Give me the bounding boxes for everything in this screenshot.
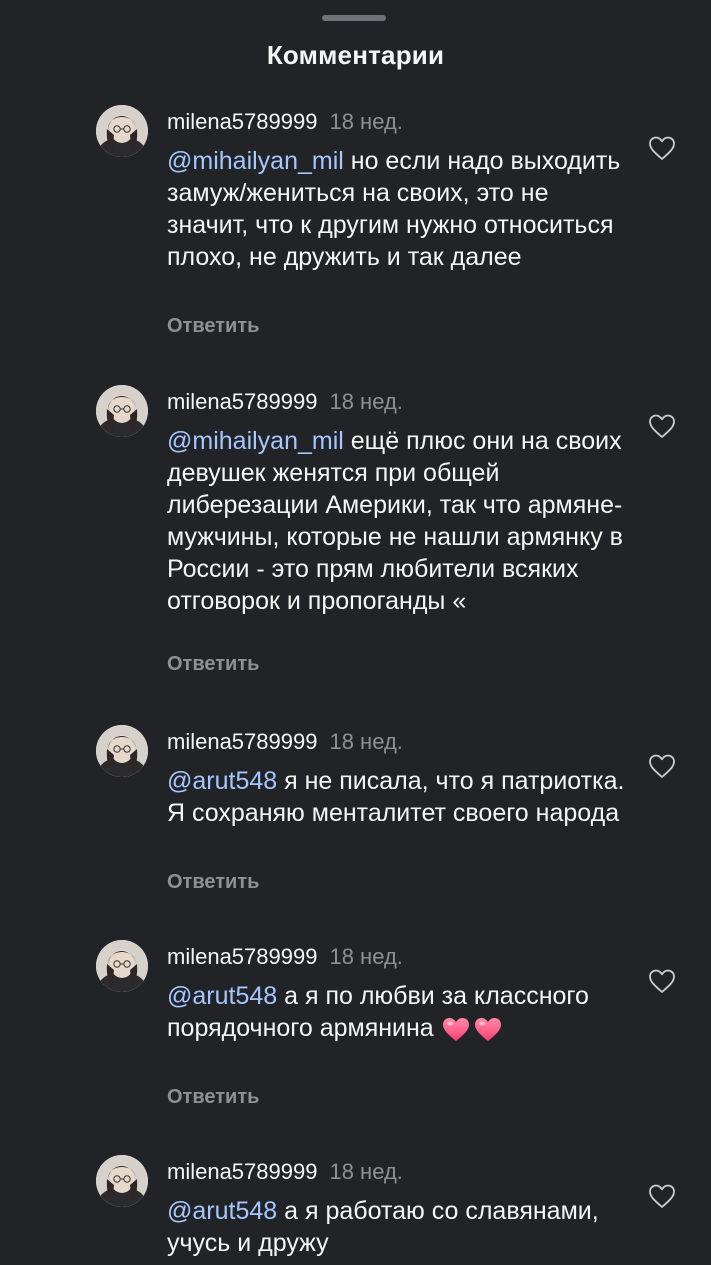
comment-body: ещё плюс они на своих девушек женятся пр… (167, 427, 623, 615)
comment-meta: milena5789999 18 нед. (167, 1159, 403, 1185)
reply-button[interactable]: Ответить (167, 315, 259, 338)
comment-text: @arut548 я не писала, что я патриотка. Я… (167, 765, 627, 829)
drag-handle[interactable] (322, 15, 386, 21)
timestamp: 18 нед. (329, 389, 403, 414)
comment-text: @mihailyan_mil ещё плюс они на своих дев… (167, 425, 627, 617)
username[interactable]: milena5789999 (167, 944, 317, 969)
emoji-row (441, 1015, 503, 1043)
pink-heart-icon (474, 1018, 501, 1042)
avatar-icon (96, 725, 148, 777)
username[interactable]: milena5789999 (167, 729, 317, 754)
username[interactable]: milena5789999 (167, 109, 317, 134)
avatar[interactable] (96, 1155, 148, 1207)
timestamp: 18 нед. (329, 109, 403, 134)
heart-outline-icon (649, 136, 675, 160)
comment-meta: milena5789999 18 нед. (167, 944, 403, 970)
avatar[interactable] (96, 385, 148, 437)
mention-link[interactable]: @mihailyan_mil (167, 427, 344, 455)
avatar[interactable] (96, 725, 148, 777)
reply-button[interactable]: Ответить (167, 871, 259, 894)
comments-sheet: Комментарии milena5789999 18 нед. @mihail… (0, 0, 711, 1265)
mention-link[interactable]: @arut548 (167, 767, 277, 795)
avatar-icon (96, 105, 148, 157)
avatar-icon (96, 940, 148, 992)
comment-text: @mihailyan_mil но если надо выходить зам… (167, 145, 627, 273)
mention-link[interactable]: @arut548 (167, 1197, 277, 1225)
avatar[interactable] (96, 105, 148, 157)
reply-button[interactable]: Ответить (167, 653, 259, 676)
like-button[interactable] (648, 1183, 676, 1209)
like-button[interactable] (648, 413, 676, 439)
username[interactable]: milena5789999 (167, 1159, 317, 1184)
comment-meta: milena5789999 18 нед. (167, 389, 403, 415)
avatar-icon (96, 1155, 148, 1207)
like-button[interactable] (648, 968, 676, 994)
comment-meta: milena5789999 18 нед. (167, 729, 403, 755)
heart-outline-icon (649, 969, 675, 993)
mention-link[interactable]: @mihailyan_mil (167, 147, 344, 175)
heart-outline-icon (649, 414, 675, 438)
reply-button[interactable]: Ответить (167, 1086, 259, 1109)
comment-meta: milena5789999 18 нед. (167, 109, 403, 135)
comment-text: @arut548 а я по любви за классного поряд… (167, 980, 627, 1044)
like-button[interactable] (648, 753, 676, 779)
avatar[interactable] (96, 940, 148, 992)
comment-text: @arut548 а я работаю со славянами, учусь… (167, 1195, 627, 1259)
mention-link[interactable]: @arut548 (167, 982, 277, 1010)
sheet-title: Комментарии (266, 40, 445, 70)
heart-outline-icon (649, 754, 675, 778)
avatar-icon (96, 385, 148, 437)
like-button[interactable] (648, 135, 676, 161)
pink-heart-icon (442, 1018, 469, 1042)
username[interactable]: milena5789999 (167, 389, 317, 414)
timestamp: 18 нед. (329, 1159, 403, 1184)
timestamp: 18 нед. (329, 729, 403, 754)
timestamp: 18 нед. (329, 944, 403, 969)
heart-outline-icon (649, 1184, 675, 1208)
